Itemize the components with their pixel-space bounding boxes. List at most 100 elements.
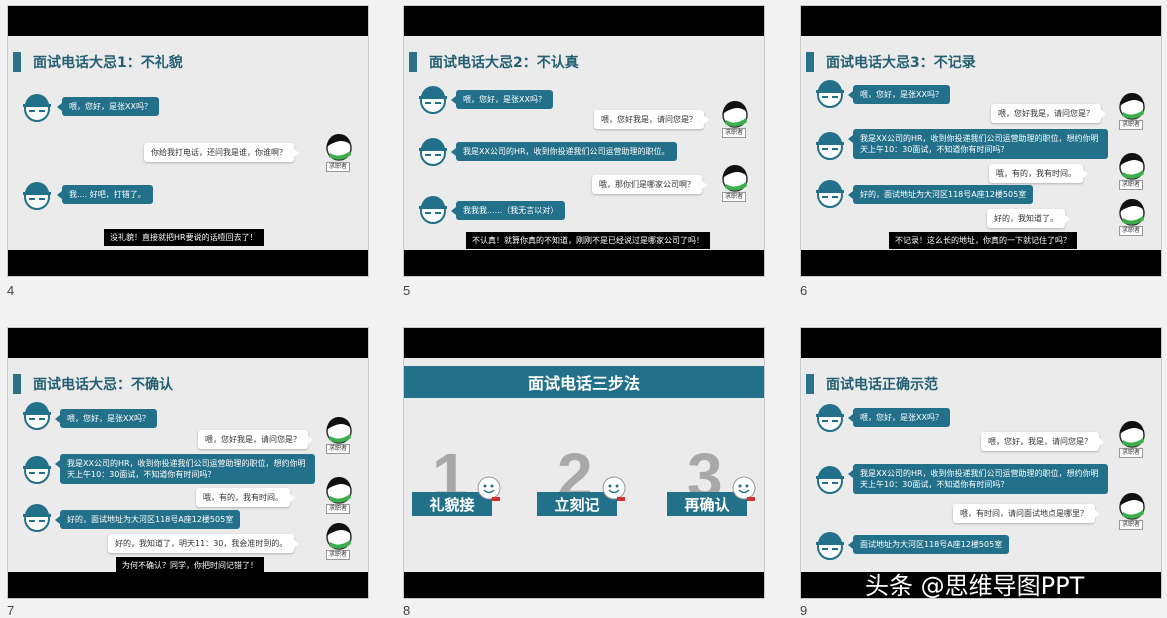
- slide-number: 5: [403, 283, 411, 298]
- slide-banner-title: 面试电话三步法: [404, 366, 764, 398]
- hr-avatar-icon: [23, 402, 51, 430]
- job-seeker-avatar-icon: [1119, 152, 1145, 180]
- step-3: 3 再确认: [667, 444, 756, 516]
- critique-note: 不记录！这么长的地址，你真的一下就记住了吗？: [889, 232, 1077, 249]
- job-seeker-label: 求职者: [722, 192, 747, 202]
- hr-message: 我是XX公司的HR，收到你投递我们公司运营助理的职位，想约你明天上午10：30面…: [848, 464, 1108, 494]
- slide-top-bar: [8, 6, 368, 36]
- slide-thumbnail-7[interactable]: 面试电话大忌：不确认 喂，您好，是张XX吗？ 求职者 喂，您好我是，请问您是？ …: [7, 327, 369, 599]
- job-seeker-avatar-icon: [1119, 92, 1145, 120]
- slide-title: 面试电话大忌2：不认真: [409, 52, 579, 72]
- job-seeker-avatar-icon: [1119, 492, 1145, 520]
- slide-title: 面试电话大忌：不确认: [13, 374, 173, 394]
- hr-avatar-icon: [816, 132, 844, 160]
- seeker-message: 哦，那你们是哪家公司啊？: [592, 175, 707, 194]
- slide-thumbnail-5[interactable]: 面试电话大忌2：不认真 喂，您好，是张XX吗？ 求职者 喂，您好我是，请问您是？…: [403, 5, 765, 277]
- job-seeker-label: 求职者: [1119, 180, 1144, 190]
- hr-avatar-icon: [816, 80, 844, 108]
- seeker-message: 喂，您好我是，请问您是？: [594, 110, 709, 129]
- job-seeker-label: 求职者: [1119, 520, 1144, 530]
- slide-bottom-bar: [801, 250, 1161, 276]
- slide-number: 6: [800, 283, 808, 298]
- hr-avatar-icon: [23, 504, 51, 532]
- hr-message: 我是XX公司的HR，收到你投递我们公司运营助理的职位。: [451, 142, 677, 161]
- step-2: 2 立刻记: [537, 444, 626, 516]
- seeker-message: 喂，您好我是，请问您是？: [991, 104, 1106, 123]
- slide-thumbnail-8[interactable]: 面试电话三步法 1 礼貌接 2 立刻记 3 再确认: [403, 327, 765, 599]
- job-seeker-label: 求职者: [326, 444, 351, 454]
- job-seeker-avatar-icon: [1119, 420, 1145, 448]
- hr-avatar-icon: [419, 86, 447, 114]
- job-seeker-label: 求职者: [1119, 226, 1144, 236]
- smiley-icon: [732, 476, 756, 501]
- seeker-message: 好的，我知道了，明天11：30，我会准时到的。: [108, 534, 300, 553]
- seeker-message: 喂，有时间，请问面试地点是哪里？: [953, 504, 1100, 523]
- step-1: 1 礼貌接: [412, 444, 501, 516]
- seeker-message: 哦，有的，我有时间。: [989, 164, 1088, 183]
- slide-thumbnail-6[interactable]: 面试电话大忌3：不记录 喂，您好，是张XX吗？ 求职者 喂，您好我是，请问您是？…: [800, 5, 1162, 277]
- hr-message: 喂，您好，是张XX吗？: [848, 85, 950, 104]
- hr-message: 我我我......（我无言以对）: [450, 201, 566, 220]
- slide-title: 面试电话大忌1：不礼貌: [13, 52, 183, 72]
- hr-avatar-icon: [816, 532, 844, 560]
- slide-bottom-bar: [8, 572, 368, 598]
- seeker-message: 哦，有的，我有时间。: [196, 488, 295, 507]
- job-seeker-label: 求职者: [326, 504, 351, 514]
- hr-avatar-icon: [419, 196, 447, 224]
- job-seeker-label: 求职者: [326, 162, 351, 172]
- smiley-icon: [477, 476, 501, 501]
- hr-message: 我.... 好吧，打错了。: [57, 185, 153, 204]
- job-seeker-avatar-icon: [722, 164, 748, 192]
- slide-thumbnail-9[interactable]: 面试电话正确示范 喂，您好，是张XX吗？ 求职者 喂，您好，我是，请问您是？ 我…: [800, 327, 1162, 599]
- slide-top-bar: [801, 6, 1161, 36]
- job-seeker-label: 求职者: [722, 128, 747, 138]
- slide-thumbnail-4[interactable]: 面试电话大忌1：不礼貌 喂，您好，是张XX吗？ 求职者 你给我打电话，还问我是谁…: [7, 5, 369, 277]
- seeker-message: 你给我打电话，还问我是谁，你谁啊？: [144, 143, 299, 162]
- slide-top-bar: [8, 328, 368, 358]
- hr-message: 好的，面试地址为大河区118号A座12楼505室: [847, 185, 1034, 204]
- hr-avatar-icon: [816, 404, 844, 432]
- job-seeker-label: 求职者: [1119, 120, 1144, 130]
- job-seeker-avatar-icon: [722, 100, 748, 128]
- job-seeker-avatar-icon: [326, 476, 352, 504]
- job-seeker-avatar-icon: [1119, 198, 1145, 226]
- hr-message: 喂，您好，是张XX吗？: [848, 408, 950, 427]
- job-seeker-avatar-icon: [326, 133, 352, 161]
- hr-message: 我是XX公司的HR，收到你投递我们公司运营助理的职位，想约你明天上午10：30面…: [848, 129, 1108, 159]
- hr-message: 喂，您好，是张XX吗？: [55, 409, 157, 428]
- slide-bottom-bar: [404, 250, 764, 276]
- slide-top-bar: [801, 328, 1161, 358]
- slide-bottom-bar: [8, 250, 368, 276]
- hr-avatar-icon: [816, 180, 844, 208]
- slide-number: 8: [403, 603, 411, 618]
- hr-avatar-icon: [419, 138, 447, 166]
- watermark: 头条 @思维导图PPT: [865, 572, 1085, 600]
- hr-avatar-icon: [23, 94, 51, 122]
- critique-note: 没礼貌！直接就把HR要说的话噎回去了！: [104, 229, 264, 246]
- seeker-message: 喂，您好，我是，请问您是？: [981, 432, 1104, 451]
- hr-avatar-icon: [23, 456, 51, 484]
- seeker-message: 好的，我知道了。: [987, 209, 1070, 228]
- hr-avatar-icon: [816, 466, 844, 494]
- hr-message: 喂，您好，是张XX吗？: [451, 90, 553, 109]
- critique-note: 不认真！就算你真的不知道，刚刚不是已经说过是哪家公司了吗！: [466, 232, 710, 249]
- job-seeker-label: 求职者: [1119, 448, 1144, 458]
- job-seeker-label: 求职者: [326, 550, 351, 560]
- hr-message: 喂，您好，是张XX吗？: [57, 97, 159, 116]
- hr-message: 面试地址为大河区118号A座12楼505室: [847, 535, 1010, 554]
- job-seeker-avatar-icon: [326, 416, 352, 444]
- slide-top-bar: [404, 6, 764, 36]
- slide-number: 7: [7, 603, 15, 618]
- slide-top-bar: [404, 328, 764, 358]
- smiley-icon: [602, 476, 626, 501]
- slide-bottom-bar: [404, 572, 764, 598]
- slide-number: 9: [800, 603, 808, 618]
- slide-title: 面试电话正确示范: [806, 374, 938, 394]
- slide-number: 4: [7, 283, 15, 298]
- hr-avatar-icon: [23, 182, 51, 210]
- job-seeker-avatar-icon: [326, 522, 352, 550]
- hr-message: 我是XX公司的HR，收到你投递我们公司运营助理的职位，想约你明天上午10：30面…: [55, 454, 315, 484]
- slide-title: 面试电话大忌3：不记录: [806, 52, 976, 72]
- seeker-message: 喂，您好我是，请问您是？: [198, 430, 313, 449]
- hr-message: 好的，面试地址为大河区118号A座12楼505室: [54, 510, 241, 529]
